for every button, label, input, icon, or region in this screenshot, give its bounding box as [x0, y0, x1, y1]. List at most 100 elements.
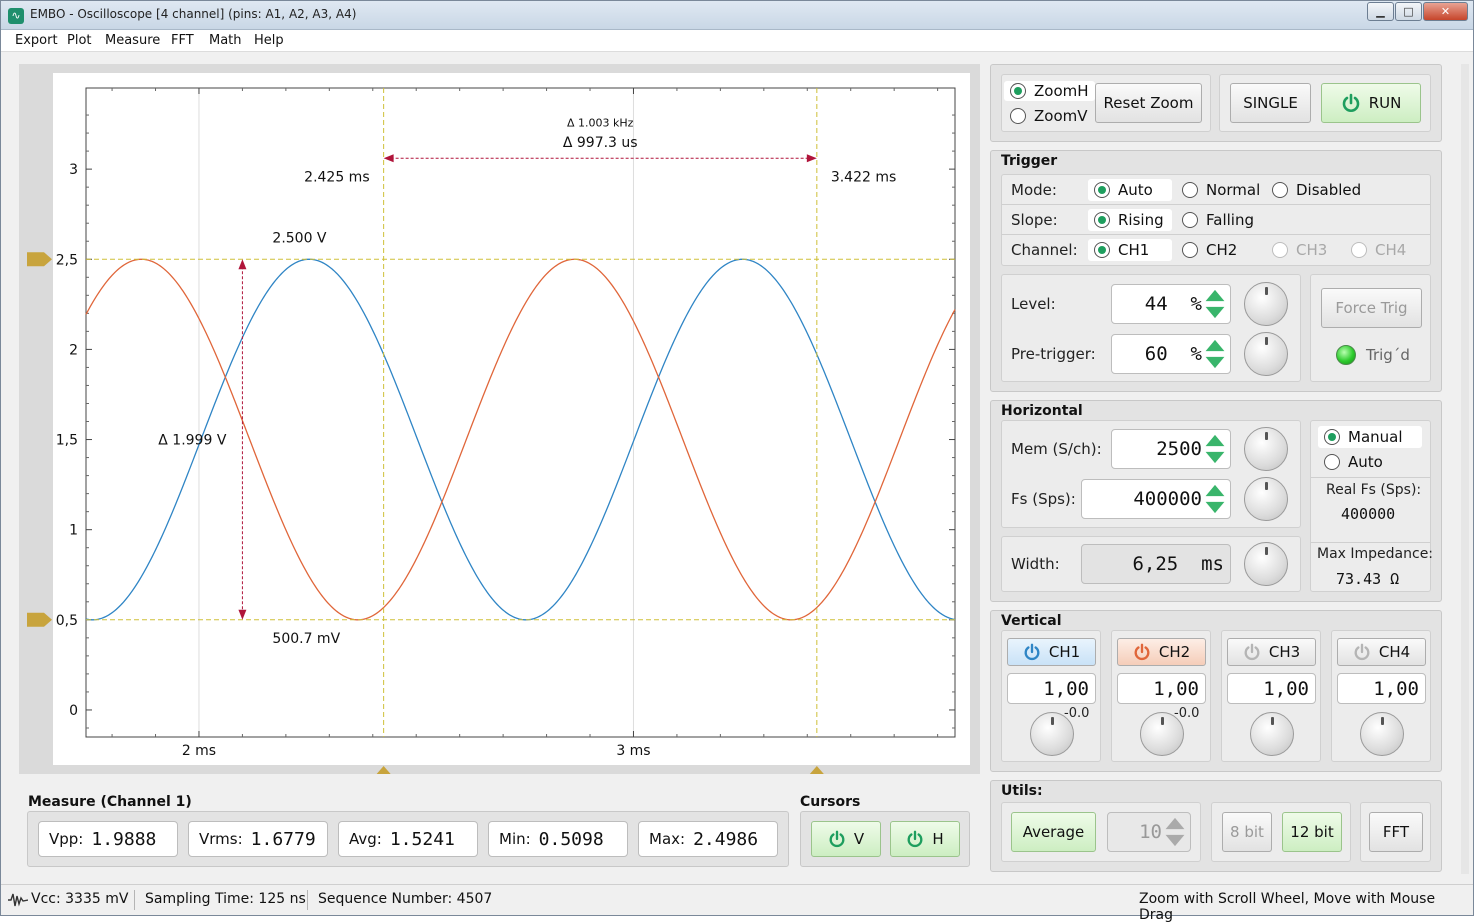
status-hint: Zoom with Scroll Wheel, Move with Mouse …	[1139, 891, 1436, 923]
cursor-v1-label: 2.425 ms	[304, 169, 369, 185]
fs-knob[interactable]	[1244, 477, 1288, 521]
mem-knob[interactable]	[1244, 427, 1288, 471]
zoomh-label: ZoomH	[1034, 82, 1089, 100]
pretrigger-spinbox[interactable]: 60 %	[1111, 334, 1231, 374]
mem-label: Mem (S/ch):	[1011, 440, 1102, 458]
auto-label: Auto	[1348, 453, 1383, 471]
title-bar[interactable]: ∿ EMBO - Oscilloscope [4 channel] (pins:…	[1, 1, 1473, 30]
mem-spinbox[interactable]: 2500	[1111, 429, 1231, 469]
power-icon	[1134, 643, 1150, 661]
vertical-ch1-gain-value: 1,00	[1043, 677, 1089, 700]
signal-icon	[8, 893, 28, 907]
average-button[interactable]: Average	[1011, 812, 1096, 852]
trig-ch3-radio[interactable]: CH3	[1266, 239, 1333, 261]
trig-ch2-radio[interactable]: CH2	[1176, 239, 1243, 261]
mode-normal-radio[interactable]: Normal	[1176, 179, 1266, 201]
cursor-v-button[interactable]: V	[811, 821, 881, 857]
level-knob[interactable]	[1244, 282, 1288, 326]
mode-disabled-radio[interactable]: Disabled	[1266, 179, 1367, 201]
measure-title: Measure (Channel 1)	[28, 794, 192, 810]
menu-bar: Export Plot Measure FFT Math Help	[1, 30, 1473, 52]
vertical-ch3-gain-value: 1,00	[1263, 677, 1309, 700]
vertical-ch2-button[interactable]: CH2	[1117, 638, 1206, 666]
reset-zoom-button[interactable]: Reset Zoom	[1095, 83, 1202, 123]
y-tick-label: 2	[69, 342, 78, 358]
vertical-ch3-label: CH3	[1268, 643, 1301, 661]
mode-auto-radio[interactable]: Auto	[1088, 179, 1172, 201]
spin-arrows-icon[interactable]	[1204, 288, 1226, 320]
vertical-ch3-gain-input[interactable]: 1,00	[1227, 673, 1316, 704]
vertical-title: Vertical	[1001, 613, 1062, 629]
close-button[interactable]: ✕	[1423, 2, 1468, 21]
menu-export[interactable]: Export	[15, 33, 58, 48]
width-knob[interactable]	[1244, 542, 1288, 586]
real-fs-label: Real Fs (Sps):	[1326, 482, 1422, 498]
radio-indicator	[1351, 242, 1367, 258]
measure-max: Max: 2.4986	[638, 821, 778, 857]
zoomv-radio[interactable]: ZoomV	[1004, 106, 1094, 126]
force-trig-button[interactable]: Force Trig	[1321, 288, 1422, 328]
pretrigger-knob[interactable]	[1244, 332, 1288, 376]
menu-help[interactable]: Help	[254, 33, 284, 48]
zoomh-radio[interactable]: ZoomH	[1004, 81, 1095, 101]
scope-plot[interactable]: 3 2,5 2 1,5 1 0,5 0 2 ms 3 ms 2.425 ms 3…	[19, 64, 980, 774]
app-icon: ∿	[8, 8, 24, 24]
spin-arrows-icon[interactable]	[1204, 433, 1226, 465]
divider	[1311, 542, 1430, 543]
mode-disabled-label: Disabled	[1296, 181, 1362, 199]
fs-spinbox[interactable]: 400000	[1081, 479, 1231, 519]
trig-ch4-label: CH4	[1375, 241, 1407, 259]
vertical-ch4-knob[interactable]	[1360, 712, 1404, 756]
spin-arrows-icon[interactable]	[1204, 483, 1226, 515]
trigger-channel-label: Channel:	[1011, 241, 1078, 259]
cursor-h-button[interactable]: H	[890, 821, 960, 857]
status-bar: Vcc: 3335 mV Sampling Time: 125 ns Seque…	[1, 884, 1473, 923]
radio-indicator	[1272, 242, 1288, 258]
menu-fft[interactable]: FFT	[171, 33, 194, 48]
plot-area[interactable]: 3 2,5 2 1,5 1 0,5 0 2 ms 3 ms 2.425 ms 3…	[19, 64, 980, 774]
vertical-ch1-gain-input[interactable]: 1,00	[1007, 673, 1096, 704]
minimize-button[interactable]: ▁	[1367, 2, 1394, 21]
spin-arrows-icon[interactable]	[1204, 338, 1226, 370]
menu-math[interactable]: Math	[209, 33, 242, 48]
spin-arrows-icon[interactable]	[1164, 816, 1186, 848]
8bit-button[interactable]: 8 bit	[1222, 812, 1272, 852]
power-icon	[1244, 643, 1260, 661]
divider	[1311, 477, 1430, 478]
manual-radio[interactable]: Manual	[1318, 426, 1422, 448]
single-button[interactable]: SINGLE	[1230, 83, 1311, 123]
vertical-ch1-label: CH1	[1048, 643, 1081, 661]
width-value: 6,25 ms	[1132, 553, 1224, 575]
manual-label: Manual	[1348, 428, 1403, 446]
trig-ch1-radio[interactable]: CH1	[1088, 239, 1172, 261]
h-cursor-marker	[27, 612, 52, 627]
menu-plot[interactable]: Plot	[67, 33, 92, 48]
menu-measure[interactable]: Measure	[105, 33, 160, 48]
slope-falling-label: Falling	[1206, 211, 1254, 229]
vertical-ch4-button[interactable]: CH4	[1337, 638, 1426, 666]
slope-rising-radio[interactable]: Rising	[1088, 209, 1172, 231]
vertical-ch4-gain-input[interactable]: 1,00	[1337, 673, 1426, 704]
slope-rising-label: Rising	[1118, 211, 1164, 229]
trigd-led-icon	[1336, 345, 1356, 365]
level-spinbox[interactable]: 44 %	[1111, 284, 1231, 324]
vertical-ch3-button[interactable]: CH3	[1227, 638, 1316, 666]
measure-min: Min: 0.5098	[488, 821, 628, 857]
auto-radio[interactable]: Auto	[1318, 451, 1389, 473]
12bit-button[interactable]: 12 bit	[1282, 812, 1342, 852]
panel-scrollbar[interactable]	[1461, 64, 1469, 874]
v-cursor-marker	[376, 766, 391, 774]
run-button[interactable]: RUN	[1321, 83, 1421, 123]
vertical-ch1-offset: -0.0	[1064, 706, 1090, 721]
y-tick-label: 1	[69, 523, 78, 539]
vertical-ch2-gain-input[interactable]: 1,00	[1117, 673, 1206, 704]
vertical-ch1-button[interactable]: CH1	[1007, 638, 1096, 666]
maximize-button[interactable]: □	[1395, 2, 1422, 21]
vertical-ch2-offset: -0.0	[1174, 706, 1200, 721]
slope-falling-radio[interactable]: Falling	[1176, 209, 1260, 231]
run-label: RUN	[1368, 94, 1402, 112]
trig-ch4-radio[interactable]: CH4	[1345, 239, 1412, 261]
average-count-spinbox[interactable]: 10	[1107, 812, 1191, 852]
fft-button[interactable]: FFT	[1369, 812, 1423, 852]
vertical-ch3-knob[interactable]	[1250, 712, 1294, 756]
